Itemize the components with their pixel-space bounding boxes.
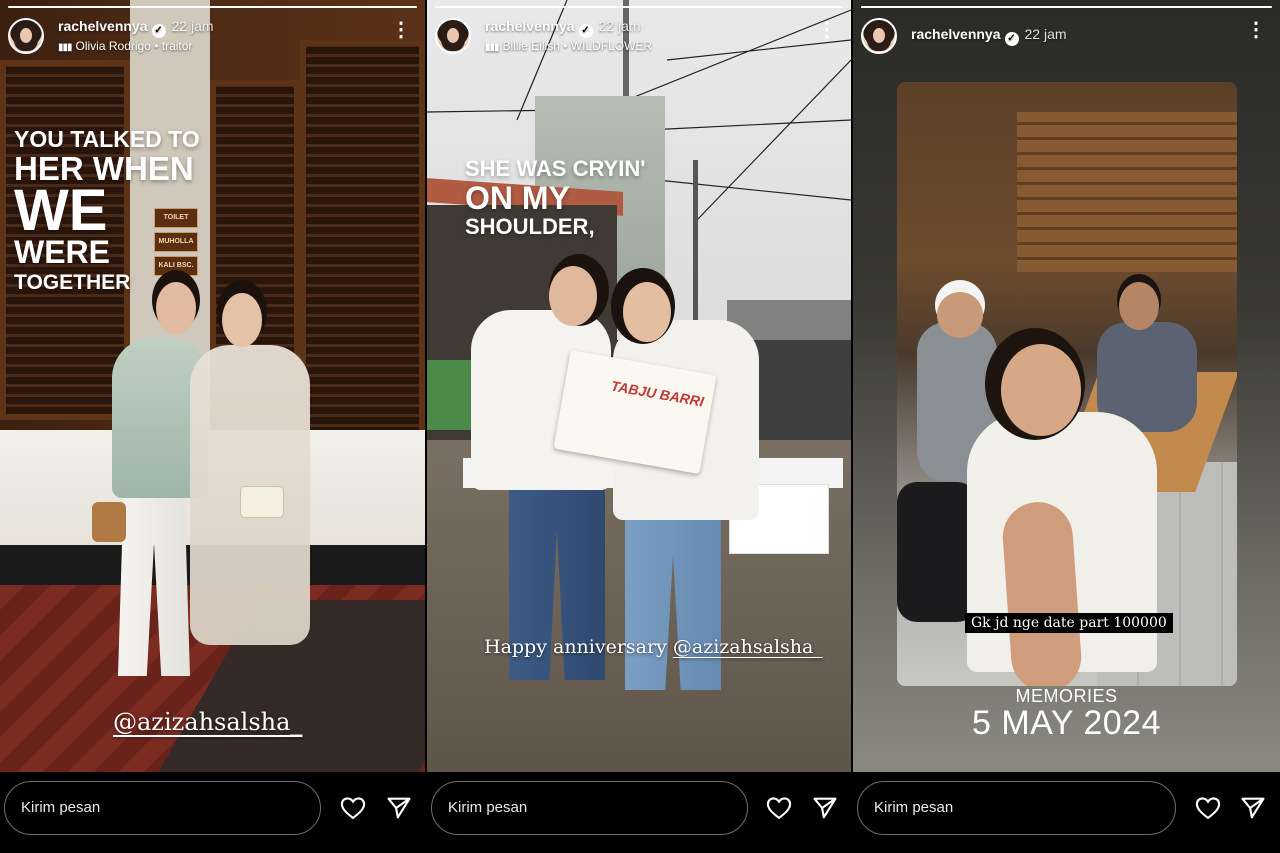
send-icon[interactable] bbox=[385, 794, 413, 822]
caption-line-4: WERE bbox=[14, 234, 110, 270]
person-right-head bbox=[623, 282, 671, 342]
story-header: rachelvennya ✓ 22 jam ⋮ bbox=[861, 16, 1272, 56]
message-input[interactable]: Kirim pesan bbox=[4, 781, 321, 835]
heart-icon[interactable] bbox=[339, 794, 367, 822]
caption-line-5: TOGETHER bbox=[14, 271, 131, 294]
photo-caption: Gk jd nge date part 100000 bbox=[965, 613, 1173, 633]
music-bars-icon: ▮▮▮ bbox=[485, 42, 499, 53]
story-header: rachelvennya ✓ 22 jam ▮▮▮ Olivia Rodrigo • … bbox=[8, 16, 417, 56]
music-bars-icon: ▮▮▮ bbox=[58, 42, 72, 53]
caption-line-1: SHE WAS CRYIN' bbox=[465, 156, 646, 181]
person-man-head bbox=[1119, 282, 1159, 330]
anniversary-text: Happy anniversary @azizahsalsha_ bbox=[484, 636, 823, 658]
story-progress-bar bbox=[861, 6, 1272, 8]
verified-badge-icon: ✓ bbox=[578, 24, 593, 38]
caption-line-1: YOU TALKED TO bbox=[14, 126, 200, 152]
window-shutter-right bbox=[300, 40, 425, 440]
restaurant-photo: Gk jd nge date part 100000 bbox=[897, 82, 1237, 686]
post-time: 22 jam bbox=[171, 18, 214, 34]
story-panel-1[interactable]: TOILET MUHOLLA KALI BSC. YOU TALKED TO H… bbox=[0, 0, 425, 853]
story-footer: Kirim pesan bbox=[853, 772, 1280, 853]
person-cap-head bbox=[937, 292, 983, 338]
story-footer: Kirim pesan bbox=[427, 772, 851, 853]
person-left-head bbox=[549, 266, 597, 326]
username-row[interactable]: rachelvennya ✓ 22 jam bbox=[485, 18, 641, 38]
username-row[interactable]: rachelvennya ✓ 22 jam bbox=[58, 18, 214, 38]
mention-tag[interactable]: @azizahsalsha_ bbox=[673, 636, 823, 658]
story-media-3[interactable]: Gk jd nge date part 100000 MEMORIES 5 MA… bbox=[853, 0, 1280, 772]
caption-line-3: SHOULDER, bbox=[465, 214, 595, 239]
selfie-arm bbox=[1000, 499, 1084, 686]
story-progress-bar bbox=[8, 6, 417, 8]
verified-badge-icon: ✓ bbox=[1004, 32, 1019, 46]
story-caption: YOU TALKED TO HER WHEN WE WERE TOGETHER bbox=[14, 126, 200, 294]
handbag-brown bbox=[92, 502, 126, 542]
music-title[interactable]: Olivia Rodrigo • traitor bbox=[76, 39, 193, 53]
handbag-white bbox=[240, 486, 284, 518]
anniversary-prefix: Happy anniversary bbox=[484, 636, 673, 658]
heart-icon[interactable] bbox=[1194, 794, 1222, 822]
person-right-head bbox=[222, 293, 262, 347]
heart-icon[interactable] bbox=[765, 794, 793, 822]
wooden-shelves bbox=[1017, 112, 1237, 272]
caption-line-2: ON MY bbox=[465, 180, 570, 216]
music-title[interactable]: Billie Eilish • WILDFLOWER bbox=[503, 39, 653, 53]
username[interactable]: rachelvennya bbox=[911, 26, 1001, 42]
memory-date: 5 MAY 2024 bbox=[972, 704, 1161, 742]
black-bag bbox=[897, 482, 977, 622]
story-progress-bar bbox=[435, 6, 843, 8]
more-vertical-icon[interactable]: ⋮ bbox=[391, 20, 411, 48]
story-panel-3[interactable]: Gk jd nge date part 100000 MEMORIES 5 MA… bbox=[853, 0, 1280, 853]
music-info[interactable]: ▮▮▮ Billie Eilish • WILDFLOWER bbox=[485, 39, 652, 53]
post-time: 22 jam bbox=[1024, 26, 1067, 42]
verified-badge-icon: ✓ bbox=[151, 24, 166, 38]
message-input[interactable]: Kirim pesan bbox=[431, 781, 748, 835]
story-caption: SHE WAS CRYIN' ON MY SHOULDER, bbox=[465, 158, 645, 238]
person-selfie-head bbox=[1001, 344, 1081, 436]
username[interactable]: rachelvennya bbox=[485, 18, 575, 34]
username[interactable]: rachelvennya bbox=[58, 18, 148, 34]
send-icon[interactable] bbox=[1239, 794, 1267, 822]
story-panel-2[interactable]: TABJU BARRI SHE WAS CRYIN' ON MY SHOULDE… bbox=[427, 0, 851, 853]
story-footer: Kirim pesan bbox=[0, 772, 425, 853]
send-icon[interactable] bbox=[811, 794, 839, 822]
avatar[interactable] bbox=[8, 18, 44, 54]
avatar[interactable] bbox=[435, 18, 471, 54]
mention-tag[interactable]: @azizahsalsha_ bbox=[113, 708, 302, 736]
message-input[interactable]: Kirim pesan bbox=[857, 781, 1176, 835]
sign-text: TABJU BARRI bbox=[609, 377, 706, 410]
more-vertical-icon[interactable]: ⋮ bbox=[1246, 20, 1266, 48]
avatar[interactable] bbox=[861, 18, 897, 54]
music-info[interactable]: ▮▮▮ Olivia Rodrigo • traitor bbox=[58, 39, 192, 53]
story-header: rachelvennya ✓ 22 jam ▮▮▮ Billie Eilish • W… bbox=[435, 16, 843, 56]
story-media-2[interactable]: TABJU BARRI SHE WAS CRYIN' ON MY SHOULDE… bbox=[427, 0, 851, 772]
story-media-1[interactable]: TOILET MUHOLLA KALI BSC. YOU TALKED TO H… bbox=[0, 0, 425, 772]
post-time: 22 jam bbox=[598, 18, 641, 34]
caption-line-3: WE bbox=[14, 178, 108, 243]
more-vertical-icon[interactable]: ⋮ bbox=[817, 20, 837, 48]
username-row[interactable]: rachelvennya ✓ 22 jam bbox=[911, 26, 1067, 46]
